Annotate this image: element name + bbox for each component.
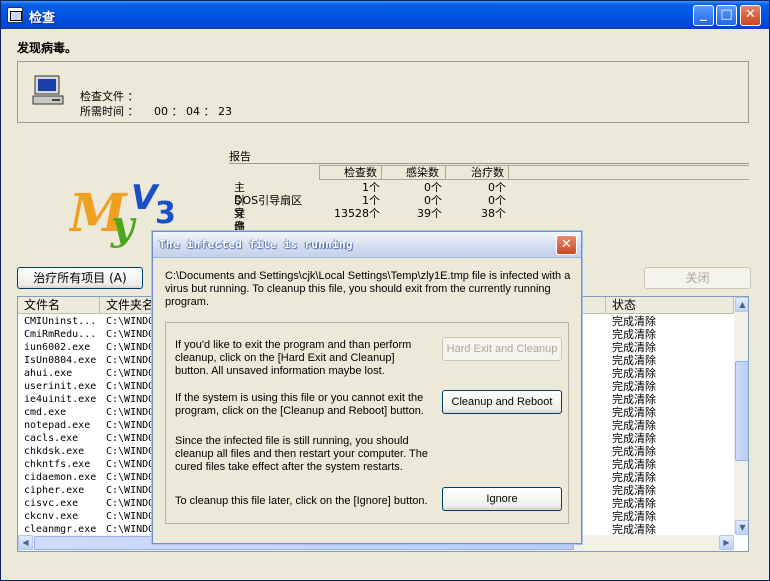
list-cell-status: 完成清除 [612, 393, 656, 406]
ignore-button[interactable]: Ignore [442, 487, 562, 511]
list-cell-file: chkdsk.exe [24, 446, 85, 457]
option-ignore-text: To cleanup this file later, click on the… [175, 495, 428, 507]
list-cell-file: notepad.exe [24, 420, 91, 431]
list-cell-file: ie4uinit.exe [24, 394, 97, 405]
vertical-scrollbar[interactable]: ▲ ▼ [734, 297, 748, 535]
scroll-down-button[interactable]: ▼ [735, 520, 748, 535]
list-cell-status: 完成清除 [612, 406, 656, 419]
report-col-checked: 检查数 [319, 166, 381, 180]
list-cell-file: cmd.exe [24, 407, 67, 418]
dialog-title: The infected file is running [159, 238, 353, 251]
list-cell-file: ahui.exe [24, 368, 73, 379]
list-cell-status: 完成清除 [612, 445, 656, 458]
scan-time-label: 所需时间 ： [80, 105, 139, 118]
list-cell-file: ckcnv.exe [24, 511, 79, 522]
list-cell-status: 完成清除 [612, 328, 656, 341]
list-cell-status: 完成清除 [612, 380, 656, 393]
maximize-button[interactable]: □ [716, 5, 737, 26]
report-header: 检查数 感染数 治疗数 [319, 165, 749, 180]
option-restart-text: Since the infected file is still running… [175, 435, 428, 473]
close-button[interactable]: ✕ [740, 5, 761, 26]
list-cell-status: 完成清除 [612, 497, 656, 510]
list-cell-file: userinit.exe [24, 381, 97, 392]
dialog-title-bar[interactable]: The infected file is running ✕ [153, 232, 581, 258]
list-cell-status: 完成清除 [612, 432, 656, 445]
close-window-button[interactable]: 关闭 [644, 267, 751, 289]
scroll-right-button[interactable]: ▶ [719, 535, 734, 550]
list-cell-file: cidaemon.exe [24, 472, 97, 483]
scan-info-box: 检查文件 ： 所需时间 ： 00 ： 04 ： 23 [17, 61, 749, 123]
list-cell-status: 完成清除 [612, 367, 656, 380]
list-cell-file: cipher.exe [24, 485, 85, 496]
list-cell-status: 完成清除 [612, 419, 656, 432]
list-cell-status: 完成清除 [612, 341, 656, 354]
minimize-button[interactable]: _ [693, 5, 714, 26]
list-cell-file: CmiRmRedu... [24, 329, 97, 340]
list-cell-file: IsUn0804.exe [24, 355, 97, 366]
list-cell-file: chkntfs.exe [24, 459, 91, 470]
report-title: 报告 [229, 150, 251, 163]
col-status[interactable]: 状态 [606, 297, 734, 314]
title-bar[interactable]: 检查 _ □ ✕ [1, 1, 769, 29]
list-cell-file: cisvc.exe [24, 498, 79, 509]
scan-file-label: 检查文件 ： [80, 90, 139, 103]
list-cell-status: 完成清除 [612, 354, 656, 367]
option-hard-exit-text: If you'd like to exit the program and th… [175, 339, 412, 377]
list-cell-file: CMIUninst... [24, 316, 97, 327]
logo-3: 3 [155, 196, 176, 231]
scroll-left-button[interactable]: ◀ [18, 535, 33, 550]
vertical-scroll-thumb[interactable] [735, 361, 748, 461]
scan-time-value: 00 ： 04 ： 23 [154, 105, 232, 118]
report-table: 检查数 感染数 治疗数 主引导扇区 1个 0个 0个 DOS引导扇区 1个 0个… [229, 163, 749, 246]
cleanup-reboot-button[interactable]: Cleanup and Reboot [442, 390, 562, 414]
window-title: 检查 [29, 11, 56, 26]
app-icon [7, 7, 23, 23]
hard-exit-cleanup-button[interactable]: Hard Exit and Cleanup [442, 337, 562, 361]
dialog-close-button[interactable]: ✕ [556, 235, 577, 255]
option-reboot-text: If the system is using this file or you … [175, 392, 424, 417]
list-cell-file: cacls.exe [24, 433, 79, 444]
list-cell-file: iun6002.exe [24, 342, 91, 353]
col-file-name[interactable]: 文件名 [18, 297, 100, 314]
status-heading: 发现病毒。 [17, 41, 78, 55]
dialog-message: C:\Documents and Settings\cjk\Local Sett… [165, 270, 571, 308]
treat-all-button[interactable]: 治疗所有项目 (A) [17, 267, 143, 289]
report-col-infected: 感染数 [381, 166, 445, 180]
list-cell-status: 完成清除 [612, 458, 656, 471]
list-cell-status: 完成清除 [612, 484, 656, 497]
dialog-options-group: If you'd like to exit the program and th… [165, 322, 569, 524]
scroll-up-button[interactable]: ▲ [735, 297, 748, 312]
computer-icon [32, 75, 64, 105]
list-cell-status: 完成清除 [612, 471, 656, 484]
report-col-treated: 治疗数 [445, 166, 509, 180]
list-cell-status: 完成清除 [612, 510, 656, 523]
infected-file-dialog: The infected file is running ✕ C:\Docume… [152, 231, 582, 544]
list-cell-status: 完成清除 [612, 315, 656, 328]
